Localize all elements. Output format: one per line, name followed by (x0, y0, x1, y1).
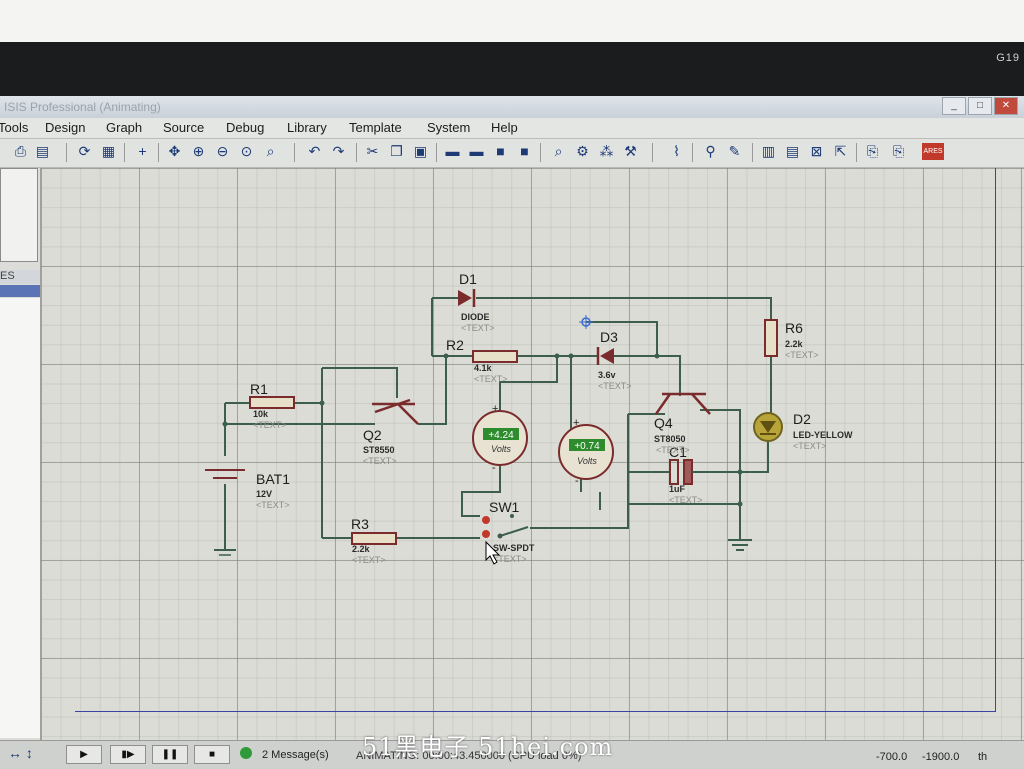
sw1-value: SW-SPDT (493, 543, 535, 553)
resistor-r3 (351, 532, 397, 545)
resistor-r2 (472, 350, 518, 363)
r2-ref: R2 (446, 337, 464, 353)
voltmeter-1-reading: +4.24 (488, 430, 514, 441)
play-button[interactable]: ▶ (66, 745, 102, 764)
transistor-q2 (372, 398, 419, 425)
stop-button[interactable]: ■ (194, 745, 230, 764)
voltmeter-2[interactable]: +0.74 Volts + - (558, 417, 614, 487)
r1-ref: R1 (250, 381, 268, 397)
voltmeter-2-plus: + (573, 417, 579, 429)
switch-sw1[interactable] (482, 514, 529, 539)
message-status-icon[interactable] (240, 747, 252, 759)
messages-count[interactable]: 2 Message(s) (262, 749, 329, 761)
bat1-text: <TEXT> (256, 500, 290, 510)
r1-value: 10k (253, 409, 269, 419)
coord-y: -1900.0 (922, 751, 960, 763)
r6-value: 2.2k (785, 339, 804, 349)
r2-text: <TEXT> (474, 374, 508, 384)
voltmeter-1-minus: - (492, 462, 496, 474)
bat1-value: 12V (256, 489, 272, 499)
watermark: 51黑电子 51hei.com (362, 733, 614, 761)
step-button[interactable]: ▮▶ (110, 745, 146, 764)
q4-text: <TEXT> (656, 445, 690, 455)
capacitor-c1[interactable] (669, 459, 700, 485)
voltmeter-2-unit: Volts (577, 456, 597, 466)
zener-diode-d3[interactable] (596, 347, 614, 365)
voltmeter-1-plus: + (492, 403, 498, 415)
ground-symbol (728, 539, 752, 551)
q2-value: ST8550 (363, 445, 395, 455)
rotate-icon[interactable]: ↔ ↕ (8, 745, 33, 761)
q4-value: ST8050 (654, 434, 686, 444)
bat1-ref: BAT1 (256, 471, 290, 487)
pause-button[interactable]: ❚❚ (152, 745, 188, 764)
r3-text: <TEXT> (352, 555, 386, 565)
r6-text: <TEXT> (785, 350, 819, 360)
c1-text: <TEXT> (669, 495, 703, 505)
r3-ref: R3 (351, 516, 369, 532)
q2-text: <TEXT> (363, 456, 397, 466)
d3-value: 3.6v (598, 370, 616, 380)
q4-ref: Q4 (654, 415, 673, 431)
r6-ref: R6 (785, 320, 803, 336)
sw1-ref: SW1 (489, 499, 520, 515)
coord-units: th (978, 751, 988, 763)
resistor-r6 (764, 319, 778, 357)
r3-value: 2.2k (352, 544, 371, 554)
d1-text: <TEXT> (461, 323, 495, 333)
resistor-r1 (249, 396, 295, 409)
led-d2[interactable] (753, 412, 783, 442)
d1-value: DIODE (461, 312, 490, 322)
c1-value: 1uF (669, 484, 686, 494)
voltmeter-2-minus: - (575, 475, 579, 487)
coord-x: -700.0 (876, 751, 908, 763)
r1-text: <TEXT> (253, 420, 287, 430)
voltmeter-1[interactable]: +4.24 Volts + - (472, 403, 528, 474)
d2-value: LED-YELLOW (793, 430, 853, 440)
d3-text: <TEXT> (598, 381, 632, 391)
voltmeter-1-unit: Volts (491, 444, 511, 454)
r2-value: 4.1k (474, 363, 493, 373)
d3-ref: D3 (600, 329, 618, 345)
voltmeter-2-reading: +0.74 (574, 441, 600, 452)
d1-ref: D1 (459, 271, 477, 287)
diode-d1[interactable] (458, 289, 476, 307)
schematic-drawing: +4.24 Volts + - +0.74 Volts + - D1 R2 R1… (205, 271, 853, 565)
probe-icon[interactable] (579, 315, 593, 329)
d2-ref: D2 (793, 411, 811, 427)
q2-ref: Q2 (363, 427, 382, 443)
d2-text: <TEXT> (793, 441, 827, 451)
